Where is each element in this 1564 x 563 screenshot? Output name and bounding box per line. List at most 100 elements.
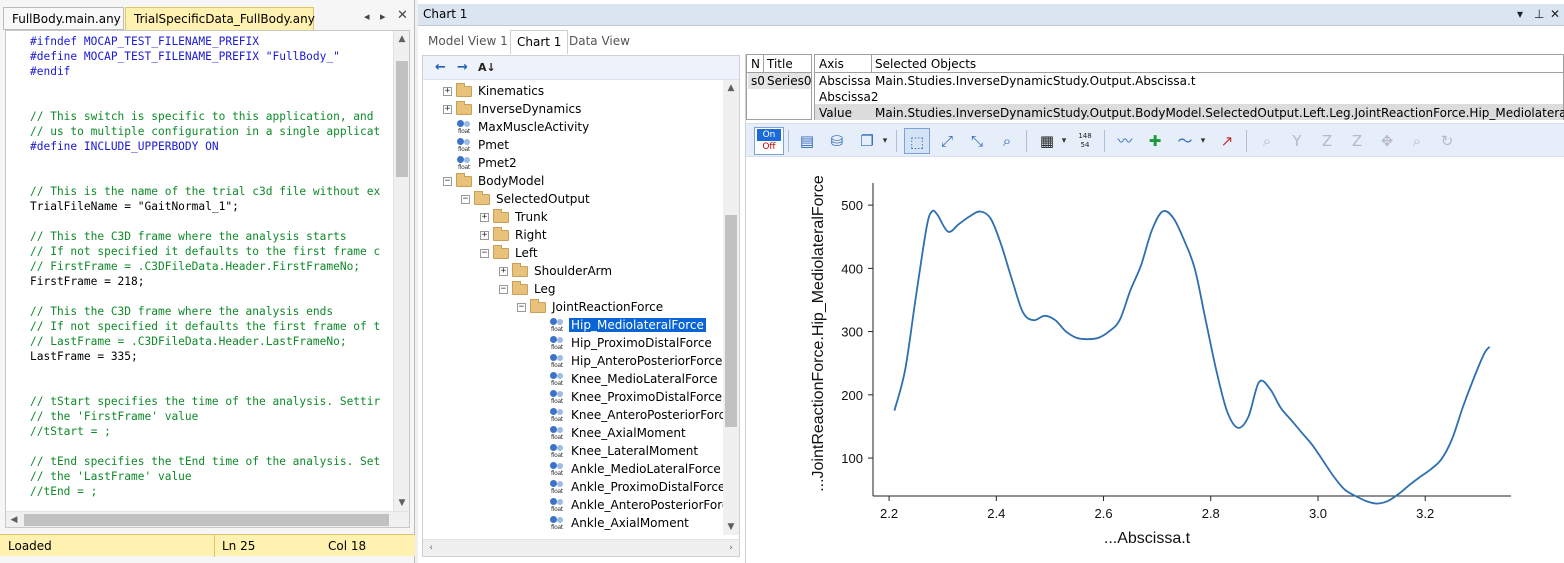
- scroll-up-icon[interactable]: ▲: [723, 80, 739, 96]
- back-arrow-icon[interactable]: ←: [435, 60, 446, 75]
- add-point-icon[interactable]: ✚: [1142, 128, 1168, 154]
- copy-icon[interactable]: ❐: [854, 128, 880, 154]
- series-line: [893, 209, 1491, 505]
- y-tick-label: 500: [841, 198, 863, 213]
- scroll-left-icon[interactable]: ‹: [423, 540, 439, 556]
- series-row-n: s0: [751, 74, 765, 88]
- axis-row-abscissa[interactable]: Abscissa Main.Studies.InverseDynamicStud…: [815, 73, 1563, 89]
- expand-icon[interactable]: +: [480, 213, 489, 222]
- collapse-icon[interactable]: −: [443, 177, 452, 186]
- axis-name: Value: [819, 106, 852, 120]
- scroll-thumb[interactable]: [24, 514, 389, 526]
- code-line: //tEnd = ;: [30, 485, 98, 498]
- tree-node-label: Ankle_MedioLateralForce: [571, 462, 721, 476]
- dropdown-arrow-icon[interactable]: ▾: [1058, 128, 1070, 154]
- zoom-in-icon[interactable]: ⌕: [1254, 128, 1280, 154]
- zoom-data-icon[interactable]: ⤡: [964, 128, 990, 154]
- dropdown-arrow-icon[interactable]: ▾: [879, 128, 891, 154]
- scroll-up-icon[interactable]: ▲: [394, 31, 409, 47]
- file-tab-bar: FullBody.main.any TrialSpecificData_Full…: [0, 4, 415, 30]
- collapse-icon[interactable]: −: [517, 303, 526, 312]
- sort-az-icon[interactable]: A↓: [478, 61, 496, 74]
- chart-window-title: Chart 1: [423, 7, 468, 21]
- expand-icon[interactable]: +: [499, 267, 508, 276]
- status-bar: Loaded Ln 25 Col 18: [0, 534, 415, 557]
- properties-icon[interactable]: ▤: [794, 128, 820, 154]
- on-off-toggle[interactable]: On Off: [754, 127, 784, 155]
- float-variable-icon: float: [456, 156, 472, 171]
- collapse-icon[interactable]: −: [480, 249, 489, 258]
- counter-bottom: 54: [1080, 141, 1090, 149]
- float-variable-icon: float: [456, 138, 472, 153]
- pan-icon[interactable]: ✥: [1374, 128, 1400, 154]
- tree-node-label: Pmet: [478, 138, 510, 152]
- code-line: #endif: [30, 65, 71, 78]
- scroll-right-icon[interactable]: ›: [723, 540, 739, 556]
- expand-icon[interactable]: +: [443, 87, 452, 96]
- x-tick-label: 2.2: [880, 506, 898, 521]
- tree-node-label: Pmet2: [478, 156, 517, 170]
- zoom-zy-icon[interactable]: Z: [1344, 128, 1370, 154]
- database-icon[interactable]: ⛁: [824, 128, 850, 154]
- series-row[interactable]: s0 Series0: [748, 73, 812, 89]
- dropdown-arrow-icon[interactable]: ▾: [1197, 128, 1209, 154]
- editor-vertical-scrollbar[interactable]: ▲ ▼: [393, 31, 409, 527]
- tree-horizontal-scrollbar[interactable]: ‹ ›: [423, 539, 739, 556]
- zoom-region-icon[interactable]: ⌕: [994, 128, 1020, 154]
- column-divider: [871, 55, 872, 72]
- objects-header: Selected Objects: [875, 57, 977, 71]
- tab-scroll-left-icon[interactable]: ◂: [364, 10, 370, 23]
- column-divider: [763, 55, 764, 72]
- scroll-down-icon[interactable]: ▼: [394, 495, 409, 511]
- forward-arrow-icon[interactable]: →: [457, 60, 468, 75]
- close-window-icon[interactable]: ✕: [1550, 7, 1560, 21]
- axis-row-abscissa2[interactable]: Abscissa2: [815, 89, 1563, 105]
- zoom-select-icon[interactable]: ⬚: [904, 128, 930, 154]
- trend-icon[interactable]: ↗: [1214, 128, 1240, 154]
- rotate-3d-icon[interactable]: ↻: [1434, 128, 1460, 154]
- folder-icon: [456, 83, 472, 97]
- line-chart[interactable]: 2.2 2.4 2.6 2.8 3.0 3.2 100 200 300 400 500 ...Absc…: [746, 158, 1564, 562]
- pin-icon[interactable]: ⊥: [1534, 7, 1544, 21]
- zoom-y-icon[interactable]: Y: [1284, 128, 1310, 154]
- window-menu-icon[interactable]: ▾: [1517, 7, 1523, 21]
- float-variable-icon: float: [549, 318, 565, 333]
- expand-icon[interactable]: +: [443, 105, 452, 114]
- scroll-left-icon[interactable]: ◀: [6, 512, 22, 527]
- expand-icon[interactable]: +: [480, 231, 489, 240]
- zoom-fit-icon[interactable]: ⤢: [934, 128, 960, 154]
- tree-node-label: SelectedOutput: [496, 192, 590, 206]
- tab-data-view[interactable]: Data View: [563, 30, 636, 54]
- tree-node-label: Leg: [534, 282, 556, 296]
- scroll-down-icon[interactable]: ▼: [723, 519, 739, 535]
- series-options-icon[interactable]: 〜: [1172, 128, 1198, 154]
- file-tab-fullbody-main[interactable]: FullBody.main.any: [3, 7, 124, 30]
- float-variable-icon: float: [549, 444, 565, 459]
- collapse-icon[interactable]: −: [461, 195, 470, 204]
- grid-icon[interactable]: ▦: [1034, 128, 1060, 154]
- close-tab-icon[interactable]: ✕: [397, 8, 408, 23]
- tab-scroll-right-icon[interactable]: ▸: [380, 10, 386, 23]
- tree-vertical-scrollbar[interactable]: ▲ ▼: [723, 80, 739, 535]
- file-tab-trialspecificdata[interactable]: TrialSpecificData_FullBody.any: [125, 7, 315, 30]
- zoom-out-icon[interactable]: ⌕: [1404, 128, 1430, 154]
- series-row-title: Series0: [767, 74, 812, 88]
- tree-node-label: ShoulderArm: [534, 264, 613, 278]
- code-editor[interactable]: #ifndef MOCAP_TEST_FILENAME_PREFIX #defin…: [5, 30, 410, 528]
- status-divider: [214, 535, 215, 557]
- series-header-title: Title: [767, 57, 793, 71]
- collapse-icon[interactable]: −: [499, 285, 508, 294]
- add-series-icon[interactable]: 〰: [1112, 128, 1138, 154]
- toolbar-separator: [788, 130, 789, 152]
- axis-row-value[interactable]: Value Main.Studies.InverseDynamicStudy.O…: [815, 105, 1564, 121]
- tab-model-view-1[interactable]: Model View 1: [422, 30, 514, 54]
- scroll-thumb[interactable]: [396, 61, 408, 177]
- tab-chart-1[interactable]: Chart 1: [510, 30, 569, 54]
- zoom-zx-icon[interactable]: Z: [1314, 128, 1340, 154]
- editor-horizontal-scrollbar[interactable]: ◀: [6, 511, 409, 527]
- counter-icon[interactable]: 148 54: [1072, 128, 1098, 154]
- scroll-thumb[interactable]: [725, 215, 737, 427]
